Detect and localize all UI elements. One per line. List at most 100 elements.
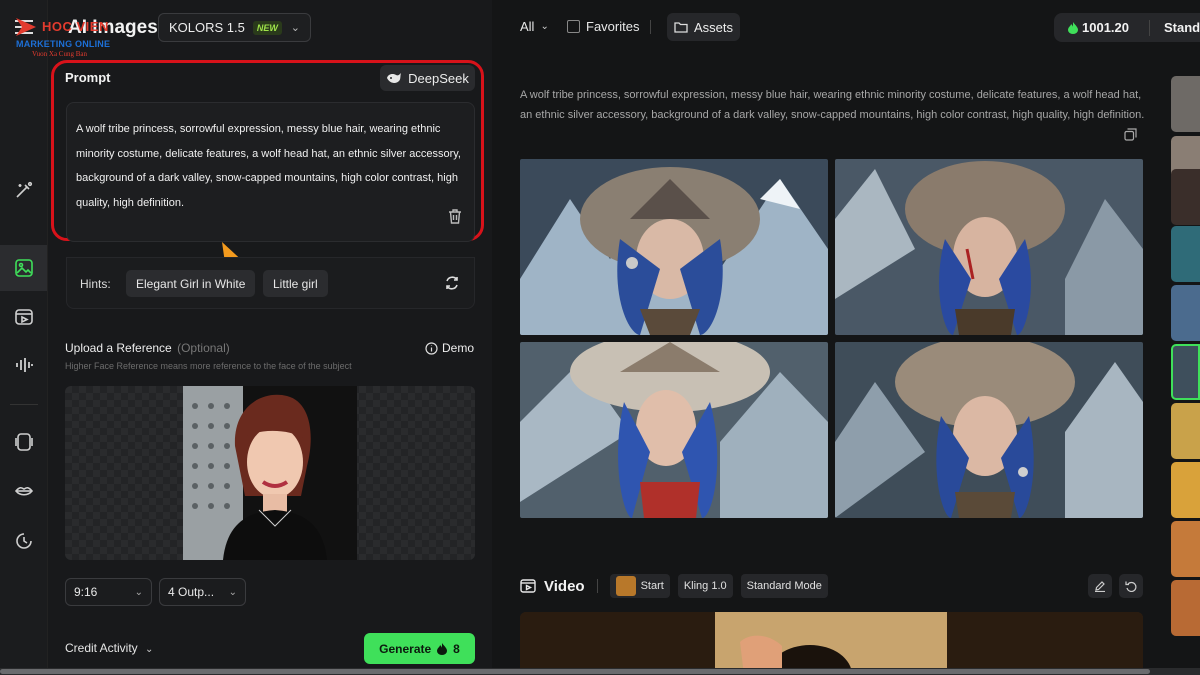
info-icon xyxy=(425,341,438,355)
wolf-princess-image xyxy=(835,342,1143,518)
logo-text-line2: MARKETING ONLINE xyxy=(16,39,111,49)
outputs-select[interactable]: 4 Outp... ⌄ xyxy=(159,578,246,606)
favorites-toggle[interactable]: Favorites xyxy=(567,19,639,34)
hint-chip-elegant-girl[interactable]: Elegant Girl in White xyxy=(126,270,256,297)
undo-icon[interactable] xyxy=(1119,574,1143,598)
aspect-ratio-select[interactable]: 9:16 ⌄ xyxy=(65,578,152,606)
wolf-princess-image xyxy=(520,342,828,518)
video-preview[interactable] xyxy=(520,612,1143,675)
generate-cost: 8 xyxy=(453,641,460,656)
hint-chip-little-girl[interactable]: Little girl xyxy=(263,270,328,297)
demo-link[interactable]: Demo xyxy=(425,341,474,355)
chevron-down-icon: ⌄ xyxy=(228,586,237,598)
video-icon xyxy=(520,579,536,593)
history-thumbnails xyxy=(1168,72,1200,675)
hints-label: Hints: xyxy=(80,277,111,291)
filter-value: All xyxy=(520,19,535,34)
copy-icon[interactable] xyxy=(1124,128,1137,146)
wolf-princess-image xyxy=(520,159,828,335)
checkbox[interactable] xyxy=(567,20,580,33)
audio-wave-icon[interactable] xyxy=(10,351,38,379)
hints-bar: Hints: Elegant Girl in White Little girl xyxy=(66,257,475,309)
generated-image-3[interactable] xyxy=(520,342,828,518)
header-divider xyxy=(596,579,598,593)
whale-icon xyxy=(387,72,402,83)
chevron-down-icon: ⌄ xyxy=(134,586,143,598)
edit-icon[interactable] xyxy=(1088,574,1112,598)
history-thumbnail[interactable] xyxy=(1171,76,1200,132)
plan-label: Standa xyxy=(1164,20,1200,35)
scrollbar-thumb[interactable] xyxy=(0,669,1150,674)
logo-text-line1: HOC VIEN xyxy=(42,19,109,34)
prompt-label: Prompt xyxy=(65,70,111,85)
chevron-down-icon: ⌄ xyxy=(145,644,154,655)
prompt-text: A wolf tribe princess, sorrowful express… xyxy=(76,123,461,209)
result-prompt-text: A wolf tribe princess, sorrowful express… xyxy=(520,89,1145,121)
history-thumbnail[interactable] xyxy=(1171,521,1200,577)
folder-icon xyxy=(674,22,688,33)
credits-divider xyxy=(1149,19,1150,36)
reference-upload-area[interactable] xyxy=(65,386,475,560)
video-model-chip[interactable]: Kling 1.0 xyxy=(677,574,733,598)
upload-reference-hint: Higher Face Reference means more referen… xyxy=(65,361,352,371)
history-thumbnail[interactable] xyxy=(1171,285,1200,341)
video-preview-image xyxy=(520,612,1143,675)
refresh-icon[interactable] xyxy=(444,275,460,296)
credit-activity-dropdown[interactable]: Credit Activity ⌄ xyxy=(65,641,153,655)
rail-divider xyxy=(10,404,38,405)
demo-label: Demo xyxy=(442,341,475,355)
assets-button[interactable]: Assets xyxy=(667,13,740,41)
deepseek-label: DeepSeek xyxy=(408,70,469,86)
reference-portrait-image xyxy=(183,386,357,560)
start-label: Start xyxy=(640,580,664,592)
start-frame-thumbnail xyxy=(615,576,636,596)
credits-balance[interactable]: 1001.20 Standa xyxy=(1054,13,1200,42)
filter-dropdown[interactable]: All ⌄ xyxy=(520,19,549,34)
toolbar-divider xyxy=(650,20,651,34)
new-badge: NEW xyxy=(252,20,282,35)
history-thumbnail-selected[interactable] xyxy=(1171,344,1200,400)
gallery-toolbar: All ⌄ Favorites Assets 1001.20 Standa xyxy=(492,0,1200,54)
generate-button[interactable]: Generate 8 xyxy=(364,633,475,664)
generated-image-4[interactable] xyxy=(835,342,1143,518)
ai-images-nav-icon[interactable] xyxy=(0,245,47,291)
history-thumbnail[interactable] xyxy=(1171,580,1200,636)
history-thumbnail[interactable] xyxy=(1171,462,1200,518)
video-nav-icon[interactable] xyxy=(10,303,38,331)
video-title: Video xyxy=(544,577,585,595)
credit-activity-label: Credit Activity xyxy=(65,641,138,655)
upload-reference-label: Upload a Reference xyxy=(65,341,172,355)
optional-label: (Optional) xyxy=(177,341,230,355)
generated-image-1[interactable] xyxy=(520,159,828,335)
aspect-ratio-value: 9:16 xyxy=(74,585,98,599)
generation-panel: AI Images KOLORS 1.5 NEW ⌄ Prompt DeepSe… xyxy=(48,0,492,675)
credits-value: 1001.20 xyxy=(1082,20,1129,35)
flame-icon xyxy=(437,642,448,655)
lips-icon[interactable] xyxy=(10,477,38,505)
flame-icon xyxy=(1068,21,1078,34)
brand-logo: HOC VIEN MARKETING ONLINE Vuon Xa Cung B… xyxy=(14,16,124,60)
prompt-textarea[interactable]: A wolf tribe princess, sorrowful express… xyxy=(66,102,475,242)
model-name: KOLORS 1.5 xyxy=(169,20,245,35)
video-section-header: Video Start Kling 1.0 Standard Mode xyxy=(520,573,828,599)
history-thumbnail[interactable] xyxy=(1171,226,1200,282)
history-thumbnail[interactable] xyxy=(1171,403,1200,459)
logo-mark-icon xyxy=(16,18,36,36)
horizontal-scrollbar[interactable] xyxy=(0,668,1200,675)
upload-reference-title: Upload a Reference (Optional) xyxy=(65,341,230,355)
magic-wand-icon[interactable] xyxy=(10,176,38,204)
wolf-princess-image xyxy=(835,159,1143,335)
generated-image-2[interactable] xyxy=(835,159,1143,335)
trash-icon[interactable] xyxy=(448,209,462,229)
canvas-icon[interactable] xyxy=(10,428,38,456)
history-icon[interactable] xyxy=(10,527,38,555)
deepseek-button[interactable]: DeepSeek xyxy=(380,65,475,91)
chevron-down-icon: ⌄ xyxy=(290,22,300,34)
generate-label: Generate xyxy=(379,641,432,656)
history-thumbnail[interactable] xyxy=(1171,169,1200,225)
outputs-value: 4 Outp... xyxy=(168,585,215,599)
video-mode-chip[interactable]: Standard Mode xyxy=(740,574,828,598)
assets-label: Assets xyxy=(693,19,733,35)
start-frame-chip[interactable]: Start xyxy=(609,574,670,598)
model-selector[interactable]: KOLORS 1.5 NEW ⌄ xyxy=(158,13,311,42)
